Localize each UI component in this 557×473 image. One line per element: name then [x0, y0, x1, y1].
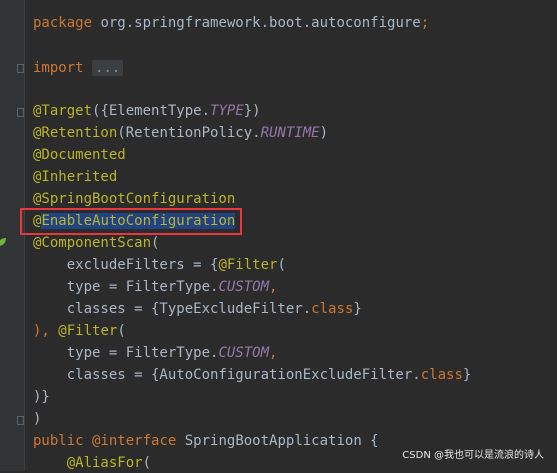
classes2-end: } [462, 367, 472, 383]
code-line-exclude-filters: excludeFilters = {@Filter( [33, 255, 286, 275]
close1-paren: ( [117, 323, 126, 339]
code-line-package: package org.springframework.boot.autocon… [33, 13, 429, 33]
code-line-close-filter: ), @Filter( [33, 321, 126, 341]
fold-marker-icon[interactable] [17, 416, 24, 425]
code-editor[interactable]: package org.springframework.boot.autocon… [0, 0, 557, 471]
class-keyword: class [311, 301, 354, 317]
fold-marker-icon[interactable] [17, 64, 24, 73]
code-line-target: @Target({ElementType.TYPE}) [33, 101, 261, 121]
code-line-inherited: @Inherited [33, 167, 117, 187]
code-line-brace-close: )} [33, 387, 50, 407]
runtime-constant: RUNTIME [260, 125, 320, 141]
code-line-paren-close: ) [33, 409, 41, 429]
paren-close: ) [33, 411, 42, 427]
sbc-annotation: @SpringBootConfiguration [33, 191, 236, 207]
filter-annotation: @Filter [58, 323, 118, 339]
type2-comma: , [269, 345, 278, 361]
watermark: CSDN @我也可以是流浪的诗人 [402, 450, 544, 461]
code-line-sbc: @SpringBootConfiguration [33, 189, 235, 209]
target-args: ({ElementType. [92, 103, 211, 119]
classes1-text: classes = {TypeExcludeFilter. [33, 301, 312, 317]
code-line-aliasfor: @AliasFor( [33, 453, 151, 473]
brace-close: )} [33, 389, 50, 405]
class-keyword: class [420, 367, 463, 383]
code-line-import: import ... [33, 58, 124, 78]
aliasfor-annotation: @AliasFor [33, 455, 143, 471]
type1-text: type = FilterType. [33, 279, 219, 295]
code-line-type-2: type = FilterType.CUSTOM, [33, 343, 278, 363]
code-line-classes-1: classes = {TypeExcludeFilter.class} [33, 299, 362, 319]
package-name: org.springframework.boot.autoconfigure [92, 15, 421, 31]
code-line-type-1: type = FilterType.CUSTOM, [33, 277, 278, 297]
target-annotation: @Target [33, 103, 93, 119]
type2-text: type = FilterType. [33, 345, 219, 361]
code-line-retention: @Retention(RetentionPolicy.RUNTIME) [33, 123, 328, 143]
retention-annotation: @Retention [33, 125, 118, 141]
code-line-interface-decl: public @interface SpringBootApplication … [33, 431, 379, 451]
classes2-text: classes = {AutoConfigurationExcludeFilte… [33, 367, 421, 383]
fold-marker-icon[interactable] [17, 108, 24, 117]
retention-close: ) [319, 125, 329, 141]
type-constant: TYPE [210, 103, 244, 119]
close1-text: ), [33, 323, 59, 339]
spring-bean-icon[interactable] [0, 236, 8, 248]
cs-paren: ( [151, 235, 160, 251]
custom-constant: CUSTOM [218, 279, 270, 295]
import-fold[interactable]: ... [92, 60, 124, 76]
exclude-filters-text: excludeFilters = { [33, 257, 219, 273]
component-scan-annotation: @ComponentScan [33, 235, 152, 251]
code-line-classes-2: classes = {AutoConfigurationExcludeFilte… [33, 365, 472, 385]
filter-annotation: @Filter [218, 257, 278, 273]
code-line-component-scan: @ComponentScan( [33, 233, 159, 253]
classes1-end: } [353, 301, 362, 317]
custom-constant: CUSTOM [218, 345, 270, 361]
import-keyword: import [33, 60, 84, 76]
ef-paren: ( [277, 257, 286, 273]
inherited-annotation: @Inherited [33, 169, 118, 185]
package-keyword: package [33, 15, 93, 31]
highlight-box [20, 208, 242, 235]
documented-annotation: @Documented [33, 147, 126, 163]
type1-comma: , [269, 279, 278, 295]
semicolon: ; [420, 15, 430, 31]
public-keyword: public [33, 433, 93, 449]
target-close: }) [243, 103, 261, 119]
class-name: SpringBootApplication { [176, 433, 379, 449]
retention-args: (RetentionPolicy. [117, 125, 261, 141]
interface-keyword: @interface [92, 433, 177, 449]
aliasfor-paren: ( [142, 455, 152, 471]
code-line-documented: @Documented [33, 145, 126, 165]
